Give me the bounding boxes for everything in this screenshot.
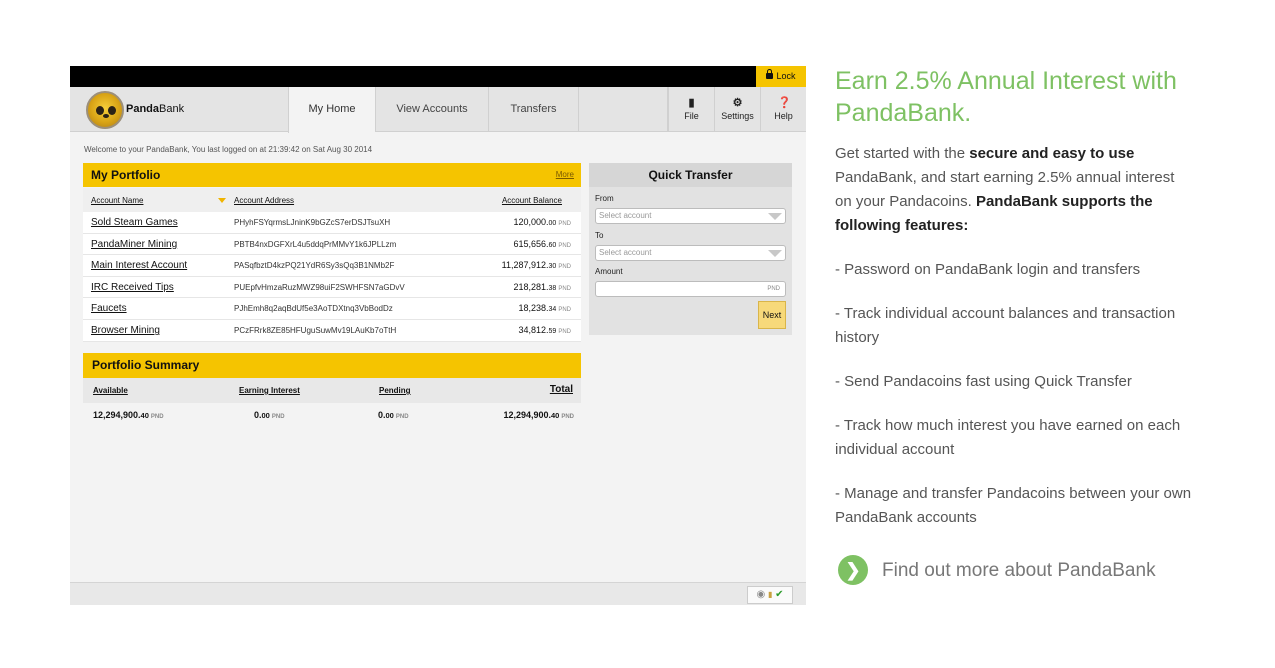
- column-account-address[interactable]: Account Address: [234, 196, 294, 205]
- pandabank-window: Lock PandaBank My Home View Accounts Tra…: [70, 66, 806, 605]
- status-icons[interactable]: ◉ ▮ ✔: [747, 586, 793, 604]
- help-label: Help: [774, 111, 793, 121]
- feature-item: - Manage and transfer Pandacoins between…: [835, 485, 1192, 526]
- account-balance: 18,238.34 PND: [518, 303, 572, 314]
- chevron-right-icon: ❯: [838, 555, 868, 585]
- amount-input[interactable]: PND: [595, 281, 786, 297]
- portfolio-table: Account Name Account Address Account Bal…: [83, 188, 581, 342]
- amount-unit: PND: [767, 286, 780, 292]
- table-row[interactable]: PandaMiner Mining PBTB4nxDGFXrL4u5ddqPrMM…: [83, 233, 581, 256]
- from-account-placeholder: Select account: [599, 211, 652, 220]
- marketing-intro: Get started with the secure and easy to …: [835, 145, 1175, 234]
- account-name-link[interactable]: Sold Steam Games: [91, 217, 178, 228]
- brand-name: PandaBank: [126, 103, 185, 115]
- gear-icon: ⚙: [732, 97, 743, 109]
- portfolio-header: My Portfolio More: [83, 163, 581, 187]
- tab-transfers[interactable]: Transfers: [488, 87, 578, 132]
- portfolio-rows: Sold Steam Games PHyhFSYqrmsLJninK9bGZcS7…: [83, 212, 581, 342]
- lock-button[interactable]: Lock: [756, 66, 806, 87]
- feature-item: - Password on PandaBank login and transf…: [835, 261, 1141, 278]
- panda-logo-icon: [86, 91, 124, 129]
- tab-empty: [578, 87, 668, 132]
- table-row[interactable]: Sold Steam Games PHyhFSYqrmsLJninK9bGZcS7…: [83, 212, 581, 234]
- summary-table-header: Available Earning Interest Pending Total: [83, 378, 581, 403]
- summary-earning-header: Earning Interest: [239, 386, 300, 395]
- status-bar: ◉ ▮ ✔: [70, 582, 806, 605]
- tab-view-accounts[interactable]: View Accounts: [375, 87, 488, 132]
- check-icon: ✔: [775, 589, 784, 600]
- from-label: From: [595, 194, 614, 203]
- account-name-link[interactable]: Faucets: [91, 303, 127, 314]
- marketing-headline: Earn 2.5% Annual Interest with PandaBank…: [835, 67, 1177, 127]
- account-balance: 120,000.00 PND: [513, 217, 571, 227]
- summary-total-header: Total: [549, 384, 573, 395]
- lock-label: Lock: [776, 71, 796, 81]
- account-name-link[interactable]: IRC Received Tips: [91, 282, 174, 293]
- account-name-link[interactable]: PandaMiner Mining: [91, 239, 177, 250]
- account-balance: 34,812.59 PND: [518, 324, 572, 335]
- feature-item: - Send Pandacoins fast using Quick Trans…: [835, 373, 1132, 390]
- account-name-link[interactable]: Browser Mining: [91, 325, 160, 336]
- help-icon: ❓: [777, 97, 792, 109]
- quick-transfer-title: Quick Transfer: [589, 163, 792, 187]
- account-address: PBTB4nxDGFXrL4u5ddqPrMMvY1k6JPLLzm: [234, 239, 397, 249]
- summary-available-header: Available: [93, 386, 128, 395]
- settings-button[interactable]: ⚙ Settings: [714, 87, 760, 132]
- file-icon: ▮: [688, 97, 695, 109]
- summary-total-value: 12,294,900.40 PND: [503, 410, 574, 420]
- summary-earning-value: 0.00 PND: [254, 410, 285, 420]
- sort-arrow-icon[interactable]: [218, 198, 226, 203]
- column-account-name[interactable]: Account Name: [91, 196, 143, 205]
- summary-header: Portfolio Summary: [83, 353, 581, 378]
- summary-title: Portfolio Summary: [92, 358, 200, 372]
- help-button[interactable]: ❓ Help: [760, 87, 806, 132]
- top-bar: Lock: [70, 66, 806, 87]
- table-row[interactable]: Main Interest Account PASqfbztD4kzPQ21YdR…: [83, 255, 581, 277]
- file-label: File: [684, 111, 699, 121]
- account-address: PHyhFSYqrmsLJninK9bGZcS7erDSJTsuXH: [234, 218, 391, 227]
- next-button[interactable]: Next: [758, 301, 786, 329]
- chevron-down-icon: [768, 250, 782, 257]
- summary-available-value: 12,294,900.40 PND: [93, 410, 164, 420]
- account-name-link[interactable]: Main Interest Account: [91, 260, 187, 271]
- to-account-select[interactable]: Select account: [595, 245, 786, 261]
- quick-transfer-panel: Quick Transfer From Select account To Se…: [589, 163, 792, 335]
- summary-pending-value: 0.00 PND: [378, 410, 409, 420]
- account-address: PUEpfvHmzaRuzMWZ98uiF2SWHFSN7aGDvV: [234, 282, 405, 292]
- table-row[interactable]: IRC Received Tips PUEpfvHmzaRuzMWZ98uiF2S…: [83, 276, 581, 299]
- amount-label: Amount: [595, 267, 623, 276]
- settings-label: Settings: [721, 111, 754, 121]
- from-account-select[interactable]: Select account: [595, 208, 786, 224]
- chevron-down-icon: [768, 213, 782, 220]
- table-row[interactable]: Browser Mining PCzFRrk8ZE85HFUguSuwMv19LA…: [83, 319, 581, 342]
- network-icon: ◉: [756, 589, 766, 600]
- table-row[interactable]: Faucets PJhEmh8q2aqBdUf5e3AoTDXtnq3VbBodD…: [83, 298, 581, 320]
- portfolio-table-header: Account Name Account Address Account Bal…: [83, 188, 581, 212]
- portfolio-title: My Portfolio: [91, 168, 161, 182]
- account-balance: 615,656.60 PND: [513, 238, 571, 249]
- tab-my-home[interactable]: My Home: [288, 87, 375, 133]
- to-account-placeholder: Select account: [599, 248, 652, 257]
- navigation-bar: PandaBank My Home View Accounts Transfer…: [70, 87, 806, 133]
- pandabank-logo[interactable]: PandaBank: [86, 91, 196, 129]
- feature-item: - Track how much interest you have earne…: [835, 417, 1181, 458]
- find-out-more-label: Find out more about PandaBank: [882, 560, 1156, 581]
- column-account-balance[interactable]: Account Balance: [502, 196, 562, 205]
- to-label: To: [595, 231, 604, 240]
- welcome-message: Welcome to your PandaBank, You last logg…: [84, 145, 373, 154]
- account-address: PCzFRrk8ZE85HFUguSuwMv19LAuKb7oTtH: [234, 325, 397, 335]
- signal-icon: ▮: [767, 590, 773, 599]
- feature-item: - Track individual account balances and …: [835, 305, 1176, 346]
- more-link[interactable]: More: [556, 163, 574, 187]
- summary-pending-header: Pending: [379, 386, 411, 395]
- file-button[interactable]: ▮ File: [668, 87, 714, 132]
- account-address: PASqfbztD4kzPQ21YdR6Sy3sQq3B1NMb2F: [234, 261, 395, 271]
- account-balance: 218,281.38 PND: [513, 281, 571, 292]
- lock-icon: [766, 69, 774, 79]
- account-balance: 11,287,912.30 PND: [501, 260, 571, 271]
- account-address: PJhEmh8q2aqBdUf5e3AoTDXtnq3VbBodDz: [234, 304, 393, 314]
